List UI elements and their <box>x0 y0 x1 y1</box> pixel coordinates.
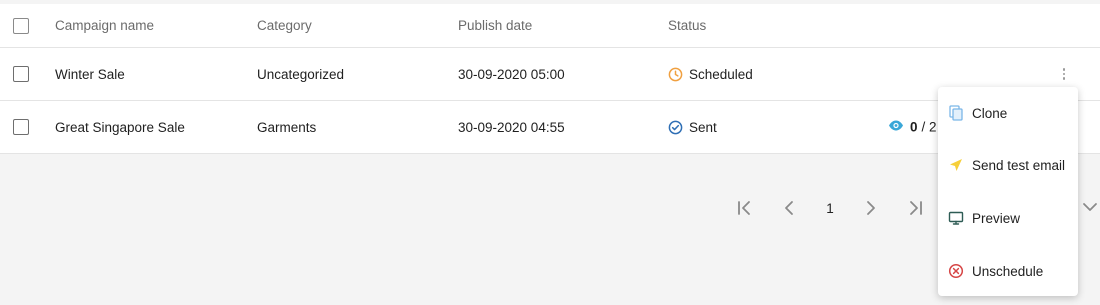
cancel-circle-icon <box>948 263 964 279</box>
campaign-publish-date: 30-09-2020 05:00 <box>458 66 565 82</box>
views-stat: 0 / 2 <box>888 120 937 135</box>
menu-item-label: Clone <box>972 105 1008 121</box>
header-status[interactable]: Status <box>668 4 706 47</box>
campaign-status: Scheduled <box>668 48 753 100</box>
header-category[interactable]: Category <box>257 4 312 47</box>
monitor-icon <box>948 210 964 226</box>
eye-icon <box>888 120 904 135</box>
views-count: 0 <box>910 119 918 135</box>
header-campaign-name[interactable]: Campaign name <box>55 4 154 47</box>
campaign-name[interactable]: Great Singapore Sale <box>55 101 185 153</box>
status-label: Scheduled <box>689 66 753 82</box>
row-checkbox[interactable] <box>13 119 29 135</box>
campaign-category: Garments <box>257 119 317 135</box>
table-row[interactable]: Great Singapore Sale Garments 30-09-2020… <box>0 101 1100 154</box>
row-actions-menu-icon[interactable] <box>1058 66 1070 82</box>
pagination: 1 <box>730 193 930 223</box>
menu-item-label: Unschedule <box>972 263 1044 279</box>
header-publish-date[interactable]: Publish date <box>458 4 532 47</box>
campaign-name[interactable]: Winter Sale <box>55 48 125 100</box>
table-row[interactable]: Winter Sale Uncategorized 30-09-2020 05:… <box>0 48 1100 101</box>
campaign-publish-date: 30-09-2020 04:55 <box>458 119 565 135</box>
status-label: Sent <box>689 119 717 135</box>
menu-item-label: Send test email <box>972 157 1066 173</box>
campaign-category: Uncategorized <box>257 66 345 82</box>
menu-item-unschedule[interactable]: Unschedule <box>938 245 1078 297</box>
prev-page-icon[interactable] <box>774 193 804 223</box>
menu-item-clone[interactable]: Clone <box>938 87 1078 139</box>
views-suffix: / 2 <box>921 119 937 135</box>
table-header-row: Campaign name Category Publish date Stat… <box>0 4 1100 48</box>
last-page-icon[interactable] <box>900 193 930 223</box>
clock-icon <box>668 67 683 82</box>
next-page-icon[interactable] <box>856 193 886 223</box>
campaign-table: Campaign name Category Publish date Stat… <box>0 4 1100 154</box>
copy-icon <box>948 105 964 121</box>
menu-item-send-test-email[interactable]: Send test email <box>938 139 1078 191</box>
check-circle-icon <box>668 120 683 135</box>
select-all-checkbox[interactable] <box>13 17 29 34</box>
menu-item-label: Preview <box>972 210 1021 226</box>
first-page-icon[interactable] <box>730 193 760 223</box>
chevron-down-icon[interactable] <box>1082 200 1098 218</box>
campaign-status: Sent <box>668 101 717 153</box>
row-actions-context-menu: Clone Send test email Preview Unschedule <box>938 87 1078 296</box>
menu-item-preview[interactable]: Preview <box>938 192 1078 244</box>
current-page[interactable]: 1 <box>818 201 842 216</box>
send-icon <box>948 157 964 173</box>
row-checkbox[interactable] <box>13 66 29 82</box>
